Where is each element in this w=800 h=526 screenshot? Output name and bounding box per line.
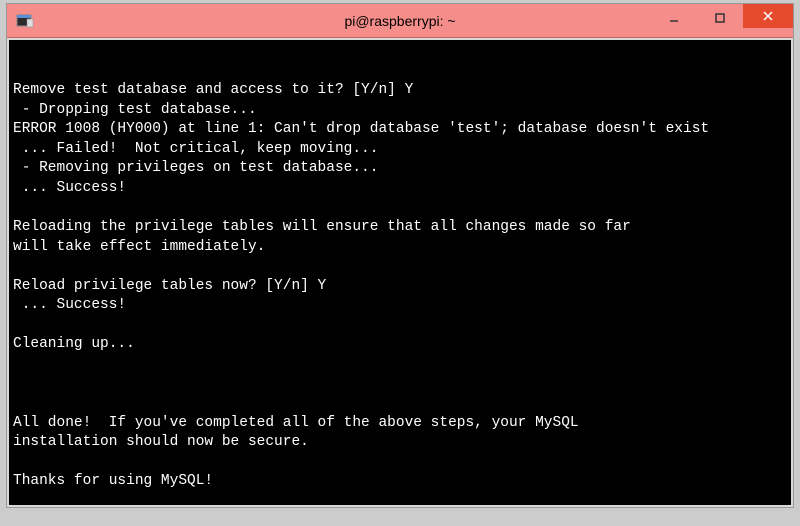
terminal-line bbox=[13, 375, 787, 395]
terminal-line: will take effect immediately. bbox=[13, 238, 787, 258]
terminal-output: Remove test database and access to it? [… bbox=[13, 81, 787, 507]
terminal-content[interactable]: Remove test database and access to it? [… bbox=[7, 38, 793, 507]
terminal-line bbox=[13, 199, 787, 219]
terminal-line: All done! If you've completed all of the… bbox=[13, 414, 787, 434]
terminal-line: Reloading the privilege tables will ensu… bbox=[13, 218, 787, 238]
titlebar: pi@raspberrypi: ~ bbox=[7, 4, 793, 38]
app-icon bbox=[15, 11, 35, 31]
minimize-button[interactable] bbox=[651, 4, 697, 32]
terminal-line bbox=[13, 394, 787, 414]
terminal-line bbox=[13, 492, 787, 507]
terminal-line: Remove test database and access to it? [… bbox=[13, 81, 787, 101]
terminal-line: - Removing privileges on test database..… bbox=[13, 159, 787, 179]
terminal-line: - Dropping test database... bbox=[13, 101, 787, 121]
terminal-line bbox=[13, 257, 787, 277]
terminal-line: Cleaning up... bbox=[13, 335, 787, 355]
terminal-line: ... Success! bbox=[13, 179, 787, 199]
terminal-window: pi@raspberrypi: ~ Remove test database a… bbox=[6, 3, 794, 508]
terminal-line bbox=[13, 316, 787, 336]
window-controls bbox=[651, 4, 793, 37]
terminal-line bbox=[13, 453, 787, 473]
terminal-line: ... Success! bbox=[13, 296, 787, 316]
terminal-line: ERROR 1008 (HY000) at line 1: Can't drop… bbox=[13, 120, 787, 140]
terminal-line: Reload privilege tables now? [Y/n] Y bbox=[13, 277, 787, 297]
terminal-line: Thanks for using MySQL! bbox=[13, 472, 787, 492]
terminal-line: installation should now be secure. bbox=[13, 433, 787, 453]
maximize-button[interactable] bbox=[697, 4, 743, 32]
terminal-line: ... Failed! Not critical, keep moving... bbox=[13, 140, 787, 160]
close-button[interactable] bbox=[743, 4, 793, 28]
terminal-line bbox=[13, 355, 787, 375]
window-title: pi@raspberrypi: ~ bbox=[344, 13, 455, 29]
